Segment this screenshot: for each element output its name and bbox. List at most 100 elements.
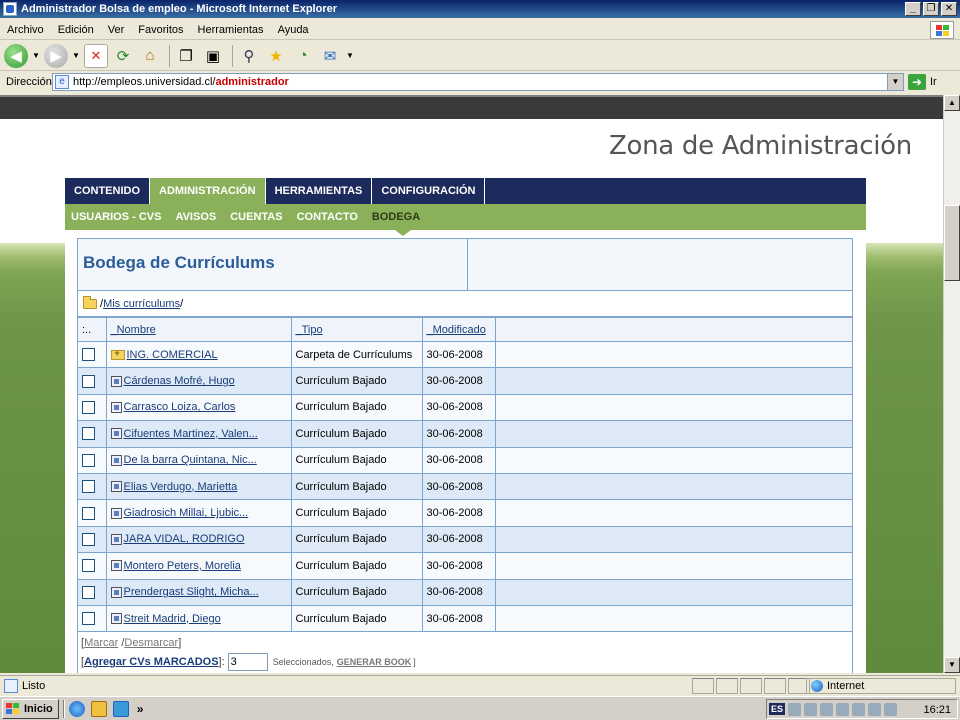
row-name-link[interactable]: Elias Verdugo, Marietta: [124, 481, 238, 493]
users-icon[interactable]: [820, 702, 834, 716]
copy-icon[interactable]: ❐: [174, 44, 198, 68]
sort-modificado-link[interactable]: _Modificado: [427, 324, 486, 336]
security-icon[interactable]: [836, 702, 850, 716]
row-name-link[interactable]: Prendergast Slight, Micha...: [124, 586, 259, 598]
row-checkbox-cell: [78, 367, 107, 395]
row-name-link[interactable]: Giadrosich Millai, Ljubic...: [124, 507, 249, 519]
restore-button[interactable]: ❐: [923, 2, 939, 16]
row-checkbox[interactable]: [82, 480, 95, 494]
scroll-down-icon[interactable]: ▼: [944, 657, 960, 673]
row-checkbox[interactable]: [82, 348, 95, 362]
address-url[interactable]: http://empleos.universidad.cl/administra…: [73, 76, 289, 88]
breadcrumb-mis-curriculums[interactable]: Mis currículums: [103, 298, 180, 310]
generar-book-link[interactable]: GENERAR BOOK: [337, 657, 412, 667]
address-bar: Dirección e http://empleos.universidad.c…: [0, 72, 960, 92]
search-icon[interactable]: ⚲: [237, 44, 261, 68]
row-name-link[interactable]: Cifuentes Martinez, Valen...: [124, 428, 258, 440]
window-title: Administrador Bolsa de empleo - Microsof…: [21, 3, 337, 15]
vertical-scrollbar[interactable]: ▲ ▼: [943, 95, 960, 673]
bracket-close: ]: [413, 657, 416, 668]
forward-dropdown-icon[interactable]: ▼: [71, 44, 81, 68]
row-name-link[interactable]: Montero Peters, Morelia: [124, 560, 241, 572]
tab-herramientas[interactable]: HERRAMIENTAS: [266, 178, 373, 204]
row-empty-cell: [494, 446, 852, 474]
cv-file-icon: [110, 428, 122, 440]
menu-ver[interactable]: Ver: [101, 24, 132, 36]
scroll-up-icon[interactable]: ▲: [944, 95, 960, 111]
menu-herramientas[interactable]: Herramientas: [191, 24, 271, 36]
sort-nombre-link[interactable]: _Nombre: [111, 324, 156, 336]
go-button[interactable]: Ir: [930, 76, 937, 88]
table-row: Elias Verdugo, Marietta Currículum Bajado…: [78, 472, 852, 501]
language-indicator[interactable]: ES: [769, 703, 786, 715]
folder-icon: [83, 295, 97, 309]
row-empty-cell: [494, 552, 852, 580]
row-name-link[interactable]: Carrasco Loiza, Carlos: [124, 401, 236, 413]
minimize-button[interactable]: _: [905, 2, 921, 16]
antivirus-icon[interactable]: [852, 702, 866, 716]
desmarcar-link[interactable]: Desmarcar: [124, 637, 178, 649]
row-checkbox[interactable]: [82, 453, 95, 467]
row-checkbox[interactable]: [82, 532, 95, 546]
row-name-cell: De la barra Quintana, Nic...: [105, 446, 292, 474]
start-button[interactable]: Inicio: [2, 698, 59, 719]
row-name-link[interactable]: De la barra Quintana, Nic...: [124, 454, 257, 466]
row-name-link[interactable]: ING. COMERCIAL: [127, 349, 218, 361]
history-icon[interactable]: ◔: [291, 44, 315, 68]
go-arrow-icon[interactable]: ➜: [908, 74, 926, 90]
page-icon: e: [55, 75, 69, 89]
menu-archivo[interactable]: Archivo: [0, 24, 51, 36]
row-checkbox[interactable]: [82, 427, 95, 441]
menu-ayuda[interactable]: Ayuda: [271, 24, 316, 36]
home-icon[interactable]: ⌂: [138, 44, 162, 68]
row-name-link[interactable]: JARA VIDAL, RODRIGO: [124, 533, 245, 545]
subtab-cuentas[interactable]: CUENTAS: [224, 211, 290, 223]
marcar-link[interactable]: Marcar: [84, 637, 118, 649]
network-icon[interactable]: [788, 702, 802, 716]
close-button[interactable]: ✕: [941, 2, 957, 16]
back-arrow-icon[interactable]: ◀: [4, 43, 28, 68]
ie-quicklaunch-icon[interactable]: [68, 700, 85, 717]
tab-contenido[interactable]: CONTENIDO: [65, 178, 150, 204]
paste-icon[interactable]: ▣: [201, 44, 225, 68]
subtab-avisos[interactable]: AVISOS: [169, 211, 224, 223]
table-row: Cárdenas Mofré, Hugo Currículum Bajado 30-…: [78, 367, 852, 395]
address-input[interactable]: e http://empleos.universidad.cl/administ…: [52, 73, 904, 91]
table-row: ING. COMERCIAL Carpeta de Currículums30-0…: [78, 340, 852, 369]
volume-icon[interactable]: [868, 702, 882, 716]
mail-icon[interactable]: ✉: [318, 44, 342, 68]
tab-administracion[interactable]: ADMINISTRACIÓN: [150, 178, 266, 204]
menu-favoritos[interactable]: Favoritos: [131, 24, 190, 36]
back-dropdown-icon[interactable]: ▼: [31, 44, 41, 68]
count-input[interactable]: [227, 653, 268, 672]
row-checkbox[interactable]: [82, 559, 95, 573]
row-name-link[interactable]: Streit Madrid, Diego: [124, 613, 221, 625]
subtab-bodega[interactable]: BODEGA: [366, 211, 428, 223]
media-player-quicklaunch-icon[interactable]: [112, 700, 129, 717]
sort-tipo-link[interactable]: _Tipo: [296, 324, 323, 336]
menu-edicion[interactable]: Edición: [51, 24, 101, 36]
row-type: Currículum Bajado: [290, 472, 423, 501]
row-checkbox[interactable]: [82, 400, 95, 414]
row-checkbox[interactable]: [82, 374, 95, 388]
tab-configuracion[interactable]: CONFIGURACIÓN: [372, 178, 486, 204]
address-dropdown-icon[interactable]: ▼: [887, 74, 903, 90]
favorites-star-icon[interactable]: ★: [264, 44, 288, 68]
more-chevron-icon[interactable]: »: [137, 702, 144, 716]
subtab-usuarios-cvs[interactable]: USUARIOS - CVS: [65, 211, 169, 223]
forward-arrow-icon[interactable]: ▶: [44, 43, 68, 68]
outlook-quicklaunch-icon[interactable]: [90, 700, 107, 717]
refresh-icon[interactable]: ⟳: [111, 44, 135, 68]
subtab-contacto[interactable]: CONTACTO: [291, 211, 366, 223]
monitor-icon[interactable]: [804, 702, 818, 716]
window-controls: _ ❐ ✕: [905, 2, 957, 16]
row-checkbox[interactable]: [82, 612, 95, 626]
stop-icon[interactable]: ✕: [84, 43, 108, 68]
agregar-cvs-link[interactable]: Agregar CVs MARCADOS: [84, 656, 218, 668]
mail-dropdown-icon[interactable]: ▼: [345, 44, 355, 68]
row-checkbox[interactable]: [82, 585, 95, 599]
messenger-icon[interactable]: [884, 702, 898, 716]
scroll-thumb[interactable]: [944, 205, 960, 281]
row-checkbox[interactable]: [82, 506, 95, 520]
row-name-link[interactable]: Cárdenas Mofré, Hugo: [124, 375, 235, 387]
